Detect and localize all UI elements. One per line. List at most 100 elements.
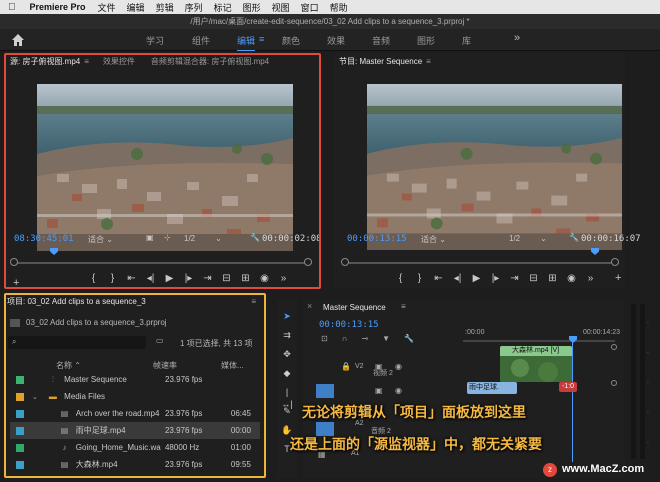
snap-icon[interactable]: ∩ bbox=[342, 334, 348, 343]
program-tab-menu-icon[interactable]: ≡ bbox=[426, 57, 431, 66]
source-video-frame[interactable] bbox=[37, 84, 293, 251]
ws-tab-learn[interactable]: 学习 bbox=[146, 34, 164, 47]
source-settings-icon[interactable]: ▣ bbox=[146, 233, 154, 242]
program-play-icon[interactable]: ▶ bbox=[467, 273, 486, 284]
program-scrub-bar[interactable] bbox=[341, 258, 619, 266]
ws-tab-color[interactable]: 颜色 bbox=[282, 34, 300, 47]
razor-tool-icon[interactable]: ◆ bbox=[281, 367, 293, 379]
ws-tab-effects[interactable]: 效果 bbox=[327, 34, 345, 47]
clip-football[interactable]: 雨中足球. bbox=[467, 382, 517, 394]
column-frame-rate[interactable]: 帧速率 bbox=[153, 360, 221, 371]
ws-tab-menu-icon[interactable]: ≡ bbox=[259, 34, 264, 44]
column-name[interactable]: 名称 ⌃ bbox=[56, 360, 153, 371]
lift-icon[interactable]: ⊟ bbox=[524, 273, 543, 284]
ws-tab-graphics[interactable]: 图形 bbox=[417, 34, 435, 47]
project-row-media-files[interactable]: ⌄ ▬ Media Files bbox=[10, 388, 260, 405]
source-scrub-bar[interactable] bbox=[10, 258, 312, 266]
source-insert-icon[interactable]: ⊹ bbox=[164, 233, 171, 242]
linked-selection-icon[interactable]: ⊸ bbox=[361, 334, 368, 343]
program-zoom-right[interactable] bbox=[611, 258, 619, 266]
eye-icon[interactable]: ◉ bbox=[395, 362, 402, 371]
source-add-button-icon[interactable]: + bbox=[13, 277, 19, 289]
tab-source[interactable]: 源: 房子俯视图.mp4 bbox=[10, 56, 80, 67]
program-goto-in-icon[interactable]: ⇤ bbox=[429, 273, 448, 284]
add-marker-icon[interactable]: ▼ bbox=[382, 334, 390, 343]
project-search-input[interactable]: ⌕ bbox=[8, 336, 146, 349]
program-export-frame-icon[interactable]: ◉ bbox=[562, 273, 581, 284]
ws-tab-libraries[interactable]: 库 bbox=[462, 34, 471, 47]
insert-icon[interactable]: ⊟ bbox=[217, 273, 236, 284]
ws-tab-audio[interactable]: 音频 bbox=[372, 34, 390, 47]
program-resolution-dropdown[interactable]: 1/2 ⌄ bbox=[509, 234, 547, 243]
ws-more-button[interactable]: » bbox=[514, 32, 520, 44]
menu-file[interactable]: 文件 bbox=[98, 1, 116, 14]
lock-icon[interactable]: 🔒 bbox=[341, 362, 351, 371]
tab-menu-icon[interactable]: ≡ bbox=[84, 57, 89, 66]
goto-out-icon[interactable]: ⇥ bbox=[198, 273, 217, 284]
play-icon[interactable]: ▶ bbox=[160, 273, 179, 284]
source-fit-dropdown[interactable]: 适合 ⌄ bbox=[88, 234, 113, 245]
timeline-menu-icon[interactable]: ≡ bbox=[401, 302, 406, 311]
menu-view[interactable]: 视图 bbox=[272, 1, 290, 14]
eye-icon[interactable]: ◉ bbox=[395, 386, 402, 395]
project-row-music[interactable]: ♪ Going_Home_Music.wa 48000 Hz 01:00 bbox=[10, 439, 260, 456]
nest-toggle-icon[interactable]: ⊡ bbox=[321, 334, 328, 343]
step-forward-icon[interactable]: |▸ bbox=[179, 273, 198, 284]
extract-icon[interactable]: ⊞ bbox=[543, 273, 562, 284]
source-zoom-left[interactable] bbox=[10, 258, 18, 266]
export-frame-icon[interactable]: ◉ bbox=[255, 273, 274, 284]
ripple-edit-icon[interactable]: ✥ bbox=[281, 348, 293, 360]
menu-clip[interactable]: 剪辑 bbox=[156, 1, 174, 14]
step-back-icon[interactable]: ◂| bbox=[141, 273, 160, 284]
more-controls-icon[interactable]: » bbox=[274, 273, 293, 284]
mark-out-icon[interactable]: } bbox=[103, 273, 122, 284]
source-playhead-timecode[interactable]: 08:30:45:01 bbox=[14, 234, 74, 244]
timeline-tab[interactable]: Master Sequence bbox=[323, 303, 386, 312]
ruler-bar[interactable] bbox=[463, 340, 615, 342]
tab-program[interactable]: 节目: Master Sequence bbox=[339, 56, 422, 67]
project-row-forest[interactable]: ▤ 大森林.mp4 23.976 fps 09:55 bbox=[10, 456, 260, 473]
menu-edit[interactable]: 编辑 bbox=[127, 1, 145, 14]
slip-tool-icon[interactable]: |↔| bbox=[281, 386, 293, 409]
timeline-timecode[interactable]: 00:00:13:15 bbox=[319, 320, 379, 330]
project-row-football[interactable]: ▤ 雨中足球.mp4 23.976 fps 00:00 bbox=[10, 422, 260, 439]
program-video-frame[interactable] bbox=[367, 84, 622, 251]
program-fit-dropdown[interactable]: 适合 ⌄ bbox=[421, 234, 446, 245]
v1-source-patch[interactable] bbox=[316, 384, 334, 398]
program-mark-out-icon[interactable]: } bbox=[410, 273, 429, 284]
source-resolution-dropdown[interactable]: 1/2 ⌄ bbox=[184, 234, 222, 243]
mark-in-icon[interactable]: { bbox=[84, 273, 103, 284]
program-goto-out-icon[interactable]: ⇥ bbox=[505, 273, 524, 284]
menu-graphics[interactable]: 图形 bbox=[243, 1, 261, 14]
goto-in-icon[interactable]: ⇤ bbox=[122, 273, 141, 284]
overwrite-icon[interactable]: ⊞ bbox=[236, 273, 255, 284]
camera-icon[interactable]: ▣ bbox=[375, 386, 383, 395]
pen-tool-icon[interactable]: ✎ bbox=[281, 405, 293, 417]
tab-audio-clip-mixer[interactable]: 音频剪辑混合器: 房子俯视图.mp4 bbox=[151, 56, 269, 67]
track-select-icon[interactable]: ⇉ bbox=[281, 329, 293, 341]
project-row-arch[interactable]: ▤ Arch over the road.mp4 23.976 fps 06:4… bbox=[10, 405, 260, 422]
source-playhead-marker[interactable] bbox=[50, 248, 58, 255]
program-wrench-icon[interactable]: 🔧 bbox=[569, 233, 579, 242]
source-zoom-right[interactable] bbox=[304, 258, 312, 266]
program-step-back-icon[interactable]: ◂| bbox=[448, 273, 467, 284]
menu-help[interactable]: 帮助 bbox=[330, 1, 348, 14]
close-icon[interactable]: × bbox=[307, 301, 312, 311]
apple-icon[interactable]:  bbox=[8, 2, 16, 13]
project-menu-icon[interactable]: ≡ bbox=[251, 297, 256, 306]
ws-tab-assembly[interactable]: 组件 bbox=[192, 34, 210, 47]
selection-tool-icon[interactable]: ➤ bbox=[281, 310, 293, 322]
program-more-controls-icon[interactable]: » bbox=[581, 273, 600, 284]
ws-tab-editing[interactable]: 编辑 bbox=[237, 34, 256, 51]
tab-project[interactable]: 项目: 03_02 Add clips to a sequence_3 bbox=[7, 296, 146, 307]
home-icon[interactable] bbox=[10, 32, 26, 48]
program-playhead-timecode[interactable]: 00:00:13:15 bbox=[347, 234, 407, 244]
tab-effect-controls[interactable]: 效果控件 bbox=[103, 56, 135, 67]
program-add-button-icon[interactable]: + bbox=[615, 272, 621, 284]
timeline-settings-icon[interactable]: 🔧 bbox=[404, 334, 414, 343]
project-row-master-sequence[interactable]: ⫶ Master Sequence 23.976 fps bbox=[10, 371, 260, 388]
program-playhead-marker[interactable] bbox=[591, 248, 599, 255]
menu-window[interactable]: 窗口 bbox=[301, 1, 319, 14]
timeline-scroll-knob-2[interactable] bbox=[611, 380, 617, 386]
source-wrench-icon[interactable]: 🔧 bbox=[250, 233, 260, 242]
